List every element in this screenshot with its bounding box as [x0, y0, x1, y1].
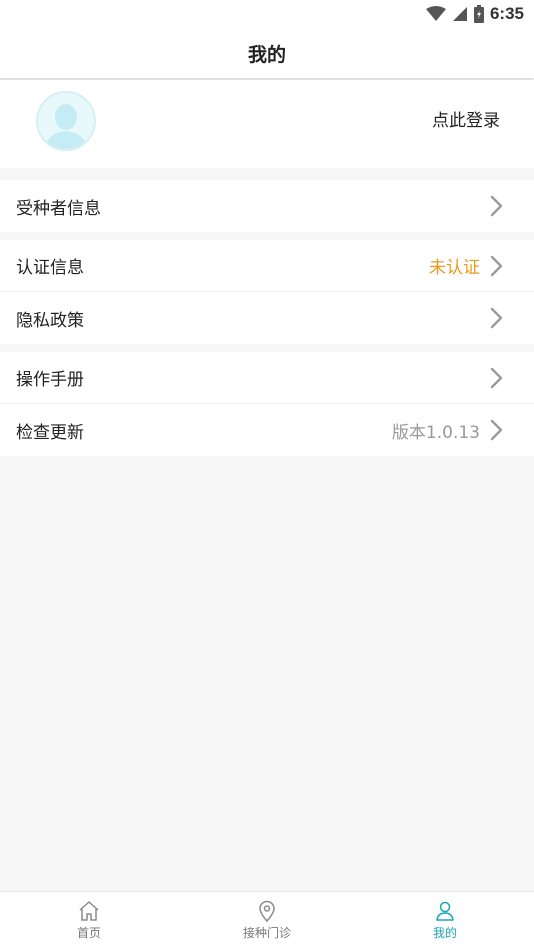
menu-group-account: 认证信息 未认证 隐私政策 [0, 240, 534, 344]
menu-item-privacy-policy[interactable]: 隐私政策 [0, 292, 534, 344]
page-header: 我的 [0, 28, 534, 78]
chevron-right-icon [490, 195, 503, 217]
home-icon [79, 900, 99, 921]
cellular-signal-icon [452, 7, 467, 21]
menu-item-manual[interactable]: 操作手册 [0, 352, 534, 404]
profile-card[interactable]: 点此登录 [0, 80, 534, 168]
menu-item-label: 隐私政策 [16, 310, 84, 331]
menu-item-label: 操作手册 [16, 370, 84, 390]
chevron-right-icon [490, 419, 503, 441]
chevron-right-icon [490, 367, 503, 388]
menu-item-label: 认证信息 [16, 258, 84, 278]
avatar[interactable] [36, 91, 96, 151]
certification-status: 未认证 [429, 258, 480, 278]
menu-item-label: 检查更新 [16, 422, 84, 443]
chevron-right-icon [490, 255, 503, 276]
tab-mine[interactable]: 我的 [356, 892, 534, 948]
page-title: 我的 [247, 43, 286, 66]
menu-group-app: 操作手册 检查更新 版本1.0.13 [0, 352, 534, 456]
avatar-placeholder-icon [44, 104, 88, 149]
battery-icon [473, 5, 484, 23]
tab-label: 首页 [76, 925, 101, 940]
bottom-tab-bar: 首页 接种门诊 我的 [0, 891, 534, 948]
menu-item-check-update[interactable]: 检查更新 版本1.0.13 [0, 404, 534, 456]
status-time: 6:35 [489, 4, 524, 23]
app-version: 版本1.0.13 [391, 422, 480, 443]
wifi-icon [425, 6, 446, 21]
user-icon [436, 901, 454, 921]
login-link[interactable]: 点此登录 [432, 106, 500, 131]
menu-group-recipient: 受种者信息 [0, 180, 534, 232]
tab-clinic[interactable]: 接种门诊 [178, 892, 356, 948]
tab-label: 我的 [432, 925, 457, 940]
status-bar: 6:35 [0, 0, 534, 28]
menu-item-certification[interactable]: 认证信息 未认证 [0, 240, 534, 292]
menu-item-recipient-info[interactable]: 受种者信息 [0, 180, 534, 232]
tab-home[interactable]: 首页 [0, 892, 178, 948]
location-pin-icon [259, 900, 275, 922]
tab-label: 接种门诊 [242, 925, 291, 940]
chevron-right-icon [490, 307, 503, 329]
menu-item-label: 受种者信息 [16, 198, 101, 219]
